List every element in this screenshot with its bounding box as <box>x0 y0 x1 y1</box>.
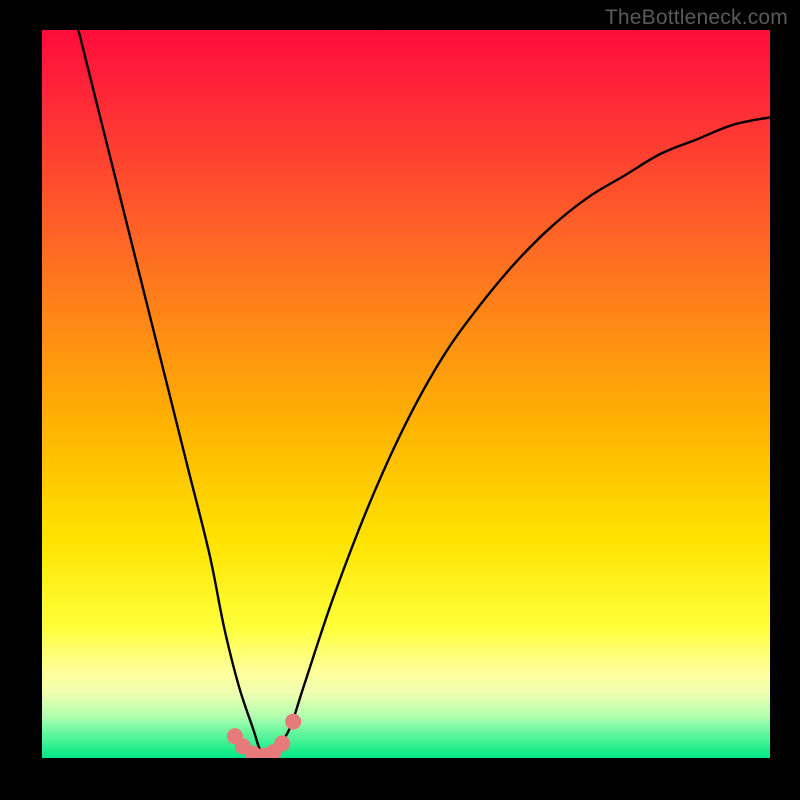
curve-svg <box>42 30 770 758</box>
watermark-text: TheBottleneck.com <box>605 6 788 30</box>
plot-area <box>42 30 770 758</box>
trough-marker <box>274 735 290 751</box>
trough-marker <box>285 714 301 730</box>
trough-markers <box>227 714 301 758</box>
bottleneck-curve <box>78 30 770 758</box>
chart-frame: TheBottleneck.com <box>0 0 800 800</box>
